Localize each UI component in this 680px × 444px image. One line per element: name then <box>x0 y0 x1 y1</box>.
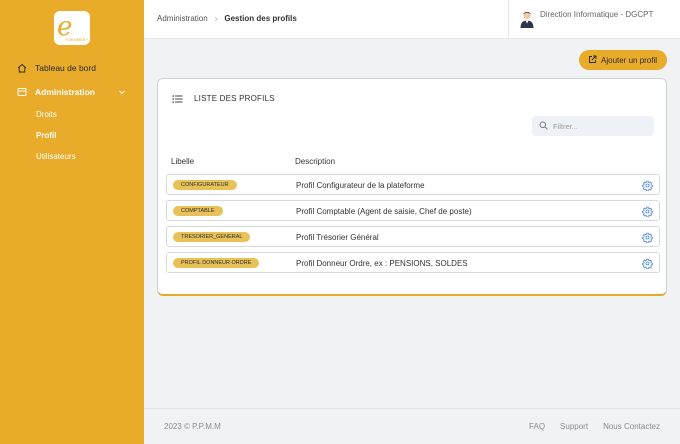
breadcrumb-separator: › <box>214 14 218 23</box>
app-logo[interactable]: e FORUMKEY <box>54 11 90 45</box>
table-row[interactable]: COMPTABLE Profil Comptable (Agent de sai… <box>166 200 660 221</box>
logo-caption: FORUMKEY <box>65 37 88 42</box>
sidebar: e FORUMKEY Tableau de bord Administratio… <box>0 0 144 444</box>
sidebar-subitem-droits[interactable]: Droits <box>36 110 57 119</box>
column-header-libelle[interactable]: Libelle <box>171 157 194 166</box>
sidebar-item-label: Tableau de bord <box>35 63 96 73</box>
layout-icon <box>17 88 27 96</box>
chevron-down-icon <box>119 90 125 95</box>
user-name: Direction Informatique - DGCPT <box>540 10 654 19</box>
sidebar-item-dashboard[interactable]: Tableau de bord <box>0 58 144 78</box>
add-profile-button[interactable]: Ajouter un profil <box>579 50 667 70</box>
gear-icon[interactable] <box>642 258 653 269</box>
card-title: LISTE DES PROFILS <box>194 94 275 103</box>
home-icon <box>17 63 27 73</box>
profile-badge: PROFIL DONNEUR ORDRE <box>173 258 260 268</box>
profiles-card: LISTE DES PROFILS Libelle Description CO… <box>157 78 667 296</box>
profile-description: Profil Donneur Ordre, ex : PENSIONS, SOL… <box>296 259 468 268</box>
list-icon <box>172 95 183 103</box>
user-menu[interactable]: Direction Informatique - DGCPT <box>508 0 680 39</box>
sidebar-item-label: Administration <box>35 87 95 97</box>
footer: 2023 © P.P.M.M FAQ Support Nous Contacte… <box>144 408 680 444</box>
breadcrumb-current: Gestion des profils <box>224 14 297 23</box>
footer-link-faq[interactable]: FAQ <box>529 422 545 431</box>
copyright: 2023 © P.P.M.M <box>164 422 221 431</box>
filter-box <box>532 116 654 136</box>
profile-description: Profil Comptable (Agent de saisie, Chef … <box>296 207 472 216</box>
footer-link-contact[interactable]: Nous Contactez <box>603 422 660 431</box>
profile-description: Profil Configurateur de la plateforme <box>296 181 425 190</box>
footer-link-support[interactable]: Support <box>560 422 588 431</box>
sidebar-item-administration[interactable]: Administration <box>0 82 144 102</box>
profile-badge: COMPTABLE <box>173 206 223 216</box>
breadcrumb-parent[interactable]: Administration <box>157 14 208 23</box>
sidebar-subitem-profil[interactable]: Profil <box>36 131 56 140</box>
table-row[interactable]: TRESORIER_GENERAL Profil Trésorier Génér… <box>166 226 660 247</box>
breadcrumb: Administration › Gestion des profils <box>157 14 297 23</box>
footer-links: FAQ Support Nous Contactez <box>529 422 660 431</box>
filter-input[interactable] <box>553 119 648 133</box>
sidebar-subitem-utilisateurs[interactable]: Utilisateurs <box>36 152 76 161</box>
gear-icon[interactable] <box>642 232 653 243</box>
topbar: Administration › Gestion des profils Dir… <box>144 0 680 39</box>
column-header-description[interactable]: Description <box>295 157 335 166</box>
gear-icon[interactable] <box>642 180 653 191</box>
avatar <box>520 11 534 28</box>
table-row[interactable]: PROFIL DONNEUR ORDRE Profil Donneur Ordr… <box>166 252 660 273</box>
profile-badge: CONFIGURATEUR <box>173 180 237 190</box>
search-icon <box>539 121 548 130</box>
gear-icon[interactable] <box>642 206 653 217</box>
profile-description: Profil Trésorier Général <box>296 233 379 242</box>
profile-badge: TRESORIER_GENERAL <box>173 232 251 242</box>
add-profile-label: Ajouter un profil <box>601 55 658 65</box>
table-row[interactable]: CONFIGURATEUR Profil Configurateur de la… <box>166 174 660 195</box>
external-link-icon <box>589 55 597 63</box>
